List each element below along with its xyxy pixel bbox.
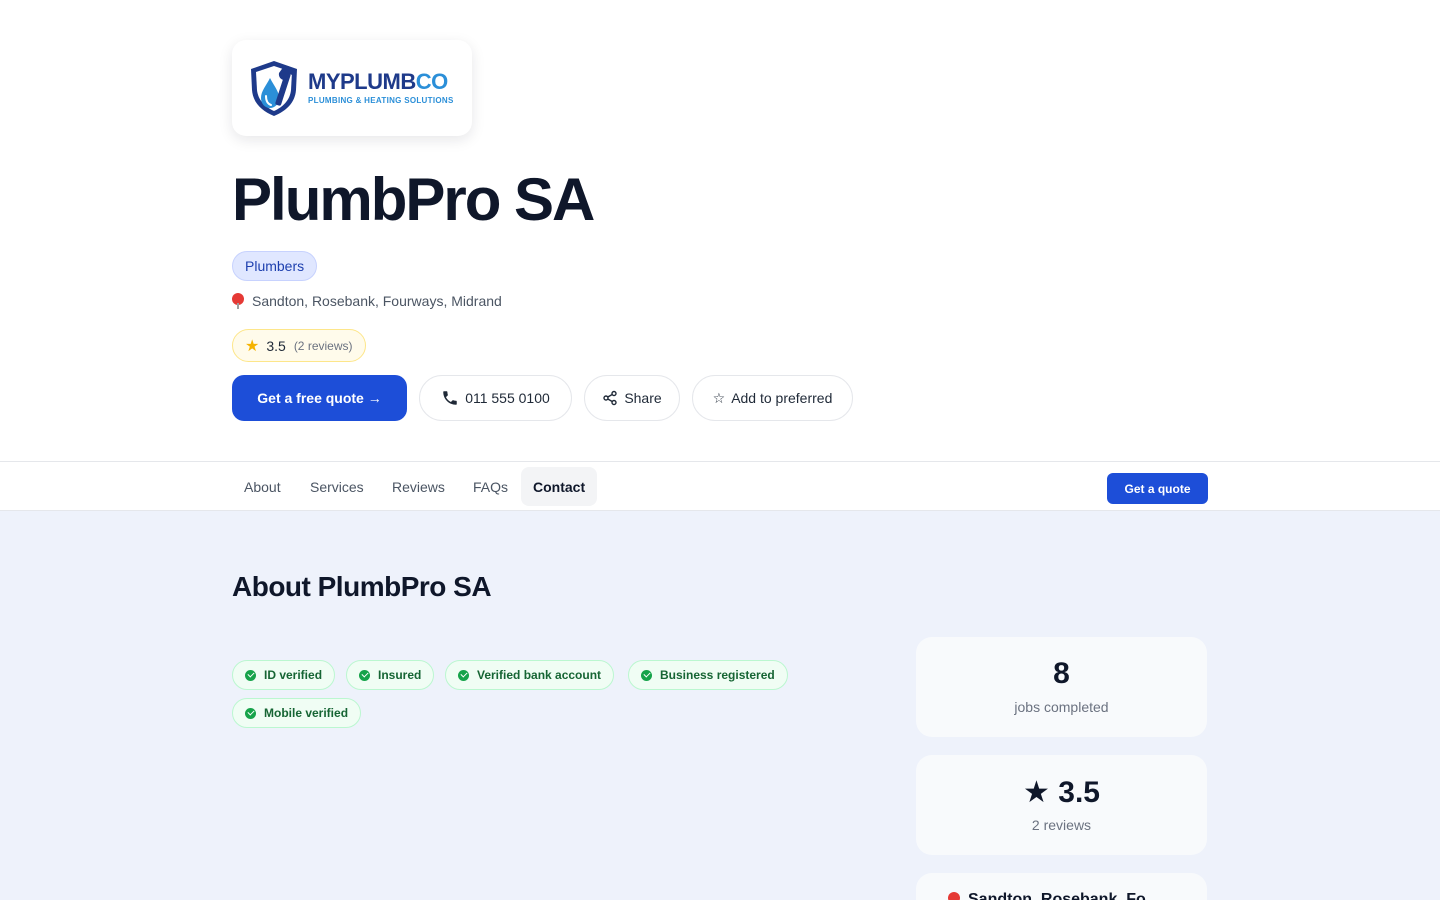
jobs-completed-label: jobs completed: [1014, 699, 1109, 715]
location-card-text: Sandton, Rosebank, Fo: [948, 891, 1146, 900]
phone-number: 011 555 0100: [465, 390, 550, 406]
logo-tagline: PLUMBING & HEATING SOLUTIONS: [308, 96, 454, 105]
service-areas-text: Sandton, Rosebank, Fourways, Midrand: [252, 293, 502, 309]
add-to-preferred-label: Add to preferred: [731, 390, 833, 406]
tab-about[interactable]: About: [232, 467, 293, 506]
tab-services[interactable]: Services: [298, 467, 376, 506]
share-icon: [602, 390, 618, 406]
service-areas: Sandton, Rosebank, Fourways, Midrand: [232, 293, 502, 309]
jobs-completed-card: 8 jobs completed: [916, 637, 1207, 737]
check-circle-icon: [458, 669, 469, 681]
check-circle-icon: [245, 707, 256, 719]
check-circle-icon: [641, 669, 652, 681]
map-pin-icon: [232, 293, 244, 309]
rating-card-value: ★ 3.5: [1023, 776, 1100, 809]
business-name: PlumbPro SA: [232, 166, 595, 233]
category-pill[interactable]: Plumbers: [232, 251, 318, 281]
share-label: Share: [624, 390, 662, 406]
review-count: (2 reviews): [293, 338, 353, 353]
section-tabs: About Services Reviews FAQs Contact Get …: [0, 461, 1440, 511]
phone-icon: [441, 389, 459, 407]
rating-card-label: 2 reviews: [1031, 817, 1092, 833]
verification-badge: Insured: [346, 660, 435, 690]
verification-badge: ID verified: [232, 660, 336, 690]
star-outline-icon: ☆: [712, 389, 726, 406]
tab-contact[interactable]: Contact: [521, 467, 598, 506]
share-button[interactable]: Share: [584, 375, 680, 421]
tab-reviews[interactable]: Reviews: [380, 467, 457, 506]
star-icon: ★: [245, 337, 260, 355]
jobs-completed-value: 8: [1053, 657, 1070, 690]
logo-wordmark: MYPLUMBCO: [308, 69, 448, 94]
check-circle-icon: [359, 669, 370, 681]
location-card: Sandton, Rosebank, Fo: [916, 873, 1207, 900]
phone-button[interactable]: 011 555 0100: [419, 375, 572, 421]
get-a-quote-button[interactable]: Get a quote: [1107, 473, 1208, 504]
check-circle-icon: [245, 669, 256, 681]
about-section: [0, 511, 1440, 900]
about-title: About PlumbPro SA: [232, 571, 492, 602]
star-icon: ★: [1023, 776, 1050, 809]
rating-value: 3.5: [266, 337, 286, 354]
business-logo: MYPLUMBCO PLUMBING & HEATING SOLUTIONS: [232, 40, 472, 136]
verification-badge: Verified bank account: [445, 660, 615, 690]
rating-card: ★ 3.5 2 reviews: [916, 755, 1207, 855]
add-to-preferred-button[interactable]: ☆ Add to preferred: [692, 375, 853, 421]
rating-summary[interactable]: ★ 3.5 (2 reviews): [232, 329, 366, 362]
shield-wrench-logo-icon: [251, 61, 297, 116]
tab-faqs[interactable]: FAQs: [461, 467, 520, 506]
get-free-quote-button[interactable]: Get a free quote →: [232, 375, 407, 421]
map-pin-icon: [948, 892, 960, 900]
verification-badge: Mobile verified: [232, 698, 362, 728]
verification-badge: Business registered: [628, 660, 788, 690]
